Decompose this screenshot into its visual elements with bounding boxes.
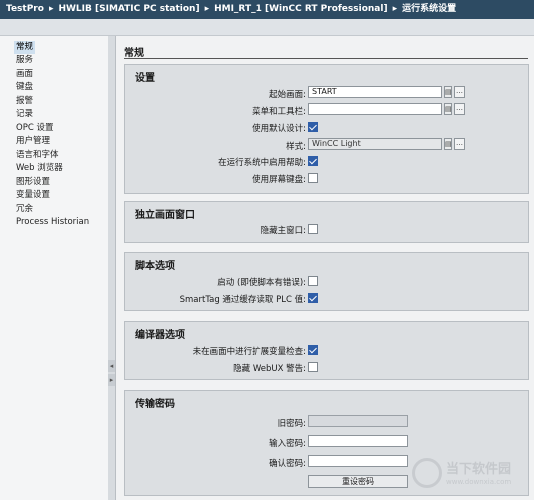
nav-item-redundancy[interactable]: 冗余 (16, 203, 33, 216)
start-screen-lookup-icon[interactable]: ▤ (444, 86, 452, 98)
nav-item-keyboard[interactable]: 键盘 (16, 81, 33, 94)
screen-keyboard-label: 使用屏幕键盘: (252, 175, 306, 185)
breadcrumb-separator-icon: ▸ (204, 4, 210, 14)
style-lookup-icon: ▤ (444, 138, 452, 150)
enable-help-checkbox[interactable] (308, 156, 318, 166)
menu-toolbar-field[interactable] (308, 103, 442, 115)
menu-toolbar-label: 菜单和工具栏: (252, 107, 306, 117)
breadcrumb-item-project[interactable]: TestPro (6, 4, 44, 14)
group-title-settings: 设置 (135, 73, 155, 84)
enable-help-label: 在运行系统中启用帮助: (218, 158, 306, 168)
breadcrumb-item-current: 运行系统设置 (402, 4, 457, 14)
style-field: WinCC Light (308, 138, 442, 150)
nav-item-graphics-settings[interactable]: 图形设置 (16, 176, 50, 189)
watermark-text: 当下软件园 (446, 462, 512, 477)
nav-item-general[interactable]: 常规 (14, 41, 36, 54)
expand-right-icon[interactable]: ▸ (108, 374, 115, 386)
settings-group: 设置 起始画面: START ▤ … 菜单和工具栏: ▤ … 使用默认设计: 样… (124, 64, 529, 194)
smarttag-cache-label: SmartTag 通过缓存读取 PLC 值: (179, 295, 306, 305)
nav-item-screens[interactable]: 画面 (16, 68, 33, 81)
watermark-url: www.downxia.com (446, 478, 512, 486)
nav-item-user-management[interactable]: 用户管理 (16, 135, 50, 148)
nav-item-tag-settings[interactable]: 变量设置 (16, 189, 50, 202)
style-label: 样式: (286, 142, 306, 152)
watermark: 当下软件园 www.downxia.com (412, 456, 532, 496)
extended-tag-check-label: 未在画面中进行扩展变量检查: (192, 347, 306, 357)
breadcrumb-item-station[interactable]: HWLIB [SIMATIC PC station] (58, 4, 199, 14)
nav-item-logging[interactable]: 记录 (16, 108, 33, 121)
script-enable-label: 启动 (即使脚本有错误): (217, 278, 306, 288)
hide-main-window-label: 隐藏主窗口: (260, 226, 306, 236)
start-screen-field[interactable]: START (308, 86, 442, 98)
enter-password-field[interactable] (308, 435, 408, 447)
title-bar: TestPro ▸ HWLIB [SIMATIC PC station] ▸ HMI_R… (0, 0, 534, 19)
page-title: 常规 (124, 48, 144, 59)
style-browse-button: … (454, 138, 465, 150)
start-screen-browse-button[interactable]: … (454, 86, 465, 98)
independent-window-group: 独立画面窗口 隐藏主窗口: (124, 201, 529, 243)
breadcrumb-item-device[interactable]: HMI_RT_1 [WinCC RT Professional] (214, 4, 387, 14)
compiler-options-group: 编译器选项 未在画面中进行扩展变量检查: 隐藏 WebUX 警告: (124, 321, 529, 380)
settings-nav: 常规 服务 画面 键盘 报警 记录 OPC 设置 用户管理 语言和字体 Web … (0, 36, 109, 500)
group-title-independent-window: 独立画面窗口 (135, 210, 195, 221)
hide-main-window-checkbox[interactable] (308, 224, 318, 234)
nav-item-services[interactable]: 服务 (16, 54, 33, 67)
nav-item-web-browser[interactable]: Web 浏览器 (16, 162, 63, 175)
collapse-left-icon[interactable]: ◂ (108, 360, 115, 372)
nav-item-language-font[interactable]: 语言和字体 (16, 149, 59, 162)
menu-toolbar-browse-button[interactable]: … (454, 103, 465, 115)
breadcrumb-separator-icon: ▸ (48, 4, 54, 14)
screen-keyboard-checkbox[interactable] (308, 173, 318, 183)
nav-item-process-historian[interactable]: Process Historian (16, 216, 89, 229)
old-password-label: 旧密码: (277, 419, 306, 429)
extended-tag-check-checkbox[interactable] (308, 345, 318, 355)
confirm-password-field[interactable] (308, 455, 408, 467)
group-title-script-options: 脚本选项 (135, 261, 175, 272)
script-enable-checkbox[interactable] (308, 276, 318, 286)
start-screen-label: 起始画面: (269, 90, 306, 100)
hide-webux-label: 隐藏 WebUX 警告: (233, 364, 306, 374)
old-password-field (308, 415, 408, 427)
use-default-design-label: 使用默认设计: (252, 124, 306, 134)
hide-webux-checkbox[interactable] (308, 362, 318, 372)
panel-splitter[interactable]: ◂ ▸ (108, 36, 116, 500)
menu-toolbar-lookup-icon[interactable]: ▤ (444, 103, 452, 115)
nav-item-alarms[interactable]: 报警 (16, 95, 33, 108)
group-title-transfer-password: 传输密码 (135, 399, 175, 410)
nav-item-opc-settings[interactable]: OPC 设置 (16, 122, 53, 135)
toolbar (0, 19, 534, 36)
breadcrumb: TestPro ▸ HWLIB [SIMATIC PC station] ▸ HMI_R… (6, 0, 456, 19)
use-default-design-checkbox[interactable] (308, 122, 318, 132)
reset-password-button[interactable]: 重设密码 (308, 475, 408, 488)
settings-content: 常规 设置 起始画面: START ▤ … 菜单和工具栏: ▤ … 使用默认设计… (116, 36, 534, 500)
watermark-logo-icon (412, 458, 442, 488)
enter-password-label: 输入密码: (269, 439, 306, 449)
title-divider (124, 58, 528, 59)
group-title-compiler-options: 编译器选项 (135, 330, 185, 341)
script-options-group: 脚本选项 启动 (即使脚本有错误): SmartTag 通过缓存读取 PLC 值… (124, 252, 529, 311)
confirm-password-label: 确认密码: (269, 459, 306, 469)
smarttag-cache-checkbox[interactable] (308, 293, 318, 303)
breadcrumb-separator-icon: ▸ (392, 4, 398, 14)
